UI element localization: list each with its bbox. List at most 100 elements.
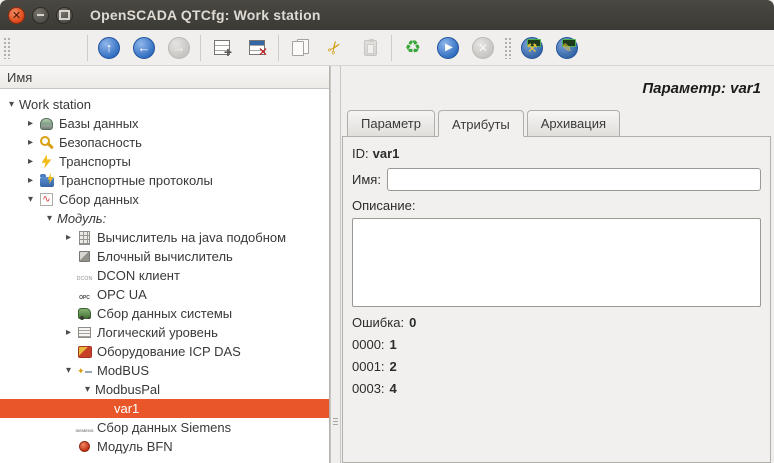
toolbar-separator bbox=[278, 35, 279, 61]
tree-item[interactable]: OPC UA bbox=[0, 285, 329, 304]
del-item-button[interactable] bbox=[243, 34, 271, 62]
expander-icon[interactable]: ▾ bbox=[23, 194, 38, 205]
expander-icon[interactable]: ▸ bbox=[23, 175, 38, 186]
del-item-icon bbox=[249, 40, 265, 55]
partial-icon-slot bbox=[76, 458, 93, 463]
tree-item[interactable]: Сбор данных Siemens bbox=[0, 418, 329, 437]
copy-button[interactable] bbox=[286, 34, 314, 62]
expander-icon[interactable]: ▾ bbox=[61, 365, 76, 376]
detail-panel: Параметр: var1 ПараметрАтрибутыАрхивация… bbox=[341, 66, 774, 463]
java-calc-icon bbox=[79, 231, 90, 245]
bfn-icon-slot bbox=[76, 439, 93, 455]
protocols-icon-slot bbox=[38, 173, 55, 189]
window-title: OpenSCADA QTCfg: Work station bbox=[90, 7, 321, 23]
id-value: var1 bbox=[373, 146, 400, 161]
tree-item[interactable]: ▸Логический уровень bbox=[0, 323, 329, 342]
load-from-db-button[interactable] bbox=[17, 34, 45, 62]
up-button[interactable] bbox=[95, 34, 123, 62]
icpdas-icon bbox=[78, 346, 92, 358]
expander-icon[interactable]: ▾ bbox=[4, 99, 19, 110]
attribute-label: Ошибка: bbox=[352, 315, 404, 330]
navigation-tree-panel: Имя ▾Work station▸Базы данных▸Безопаснос… bbox=[0, 66, 330, 463]
minimize-button[interactable] bbox=[32, 7, 49, 24]
tree-item[interactable]: ▾Work station bbox=[0, 95, 329, 114]
attribute-row[interactable]: 0000:1 bbox=[352, 337, 761, 352]
tree-item[interactable]: DCON клиент bbox=[0, 266, 329, 285]
tree-item[interactable]: var1 bbox=[0, 399, 329, 418]
tab-2[interactable]: Архивация bbox=[527, 110, 620, 137]
name-input[interactable] bbox=[387, 168, 761, 191]
maximize-button[interactable] bbox=[56, 7, 73, 24]
tree-item-label: Сбор данных системы bbox=[97, 306, 232, 321]
attribute-value: 4 bbox=[390, 381, 397, 396]
tree-item[interactable]: ▸Безопасность bbox=[0, 133, 329, 152]
tree-item-label: ModBUS bbox=[97, 363, 149, 378]
paste-button[interactable] bbox=[356, 34, 384, 62]
tree-item[interactable]: Блочный вычислитель bbox=[0, 247, 329, 266]
back-button[interactable] bbox=[130, 34, 158, 62]
expander-icon[interactable]: ▸ bbox=[23, 156, 38, 167]
tree-item[interactable]: ▾ Сбор данных bbox=[0, 190, 329, 209]
toolbar-grip[interactable] bbox=[3, 37, 10, 59]
data-acquisition-icon bbox=[40, 193, 53, 206]
tree-item[interactable]: ▸ Транспортные протоколы bbox=[0, 171, 329, 190]
icpdas-icon-slot bbox=[76, 344, 93, 360]
tree-item[interactable]: ▾Модуль: bbox=[0, 209, 329, 228]
tree-item-label: Сбор данных bbox=[59, 192, 139, 207]
stop-button[interactable] bbox=[469, 34, 497, 62]
tool2-button[interactable] bbox=[553, 34, 581, 62]
toolbar-separator bbox=[391, 35, 392, 61]
tree-item[interactable]: Оборудование ICP DAS bbox=[0, 342, 329, 361]
main-area: Имя ▾Work station▸Базы данных▸Безопаснос… bbox=[0, 66, 774, 463]
tree-item-label: Транспорты bbox=[59, 154, 131, 169]
toolbar-grip[interactable] bbox=[504, 37, 511, 59]
expander-icon[interactable]: ▸ bbox=[23, 118, 38, 129]
expander-icon[interactable]: ▾ bbox=[80, 384, 95, 395]
tree-item-label: ModbusPal bbox=[95, 382, 160, 397]
attribute-label: 0000: bbox=[352, 337, 385, 352]
tree-item-label: Оборудование ICP DAS bbox=[97, 344, 241, 359]
tree-body: ▾Work station▸Базы данных▸Безопасность▸Т… bbox=[0, 89, 329, 463]
tab-1[interactable]: Атрибуты bbox=[438, 110, 524, 137]
tree-item-label: Сбор данных Siemens bbox=[97, 420, 231, 435]
tree-item[interactable]: ▸Базы данных bbox=[0, 114, 329, 133]
tree-item[interactable]: ▾ModbusPal bbox=[0, 380, 329, 399]
add-item-button[interactable] bbox=[208, 34, 236, 62]
description-textarea[interactable] bbox=[352, 218, 761, 307]
tree-item[interactable] bbox=[0, 456, 329, 463]
tree-item[interactable]: ▾ ModBUS bbox=[0, 361, 329, 380]
dcon-icon bbox=[77, 268, 93, 283]
refresh-button[interactable] bbox=[399, 34, 427, 62]
attribute-row[interactable]: 0001:2 bbox=[352, 359, 761, 374]
tree-item[interactable]: ▸Вычислитель на java подобном bbox=[0, 228, 329, 247]
expander-icon[interactable]: ▸ bbox=[61, 327, 76, 338]
forward-button[interactable] bbox=[165, 34, 193, 62]
close-button[interactable]: ✕ bbox=[8, 7, 25, 24]
page-title: Параметр: var1 bbox=[342, 80, 761, 97]
start-button[interactable] bbox=[434, 34, 462, 62]
attribute-row[interactable]: 0003: 4 bbox=[352, 381, 761, 396]
attribute-row[interactable]: Ошибка:0 bbox=[352, 315, 761, 330]
tree-item[interactable]: Модуль BFN bbox=[0, 437, 329, 456]
tree-item[interactable]: Сбор данных системы bbox=[0, 304, 329, 323]
tool1-button[interactable] bbox=[518, 34, 546, 62]
expander-icon[interactable]: ▸ bbox=[23, 137, 38, 148]
opcua-icon-slot bbox=[76, 287, 93, 303]
splitter-handle[interactable] bbox=[330, 66, 341, 463]
block-calc-icon-slot bbox=[76, 249, 93, 265]
attribute-label: 0003: bbox=[352, 381, 385, 396]
cut-button[interactable] bbox=[321, 34, 349, 62]
save-to-db-button[interactable] bbox=[52, 34, 80, 62]
expander-icon[interactable]: ▾ bbox=[42, 213, 57, 224]
paste-icon bbox=[364, 40, 377, 56]
expander-icon[interactable]: ▸ bbox=[61, 232, 76, 243]
attribute-label: 0001: bbox=[352, 359, 385, 374]
forward-icon bbox=[168, 37, 190, 59]
toolbar-separator bbox=[200, 35, 201, 61]
tree-item[interactable]: ▸ Транспорты bbox=[0, 152, 329, 171]
tree-item-label: Модуль BFN bbox=[97, 439, 173, 454]
tab-0[interactable]: Параметр bbox=[347, 110, 435, 137]
tree-item-label: Модуль: bbox=[57, 211, 106, 226]
tree-item-label: Транспортные протоколы bbox=[59, 173, 213, 188]
toolbar-separator bbox=[87, 35, 88, 61]
